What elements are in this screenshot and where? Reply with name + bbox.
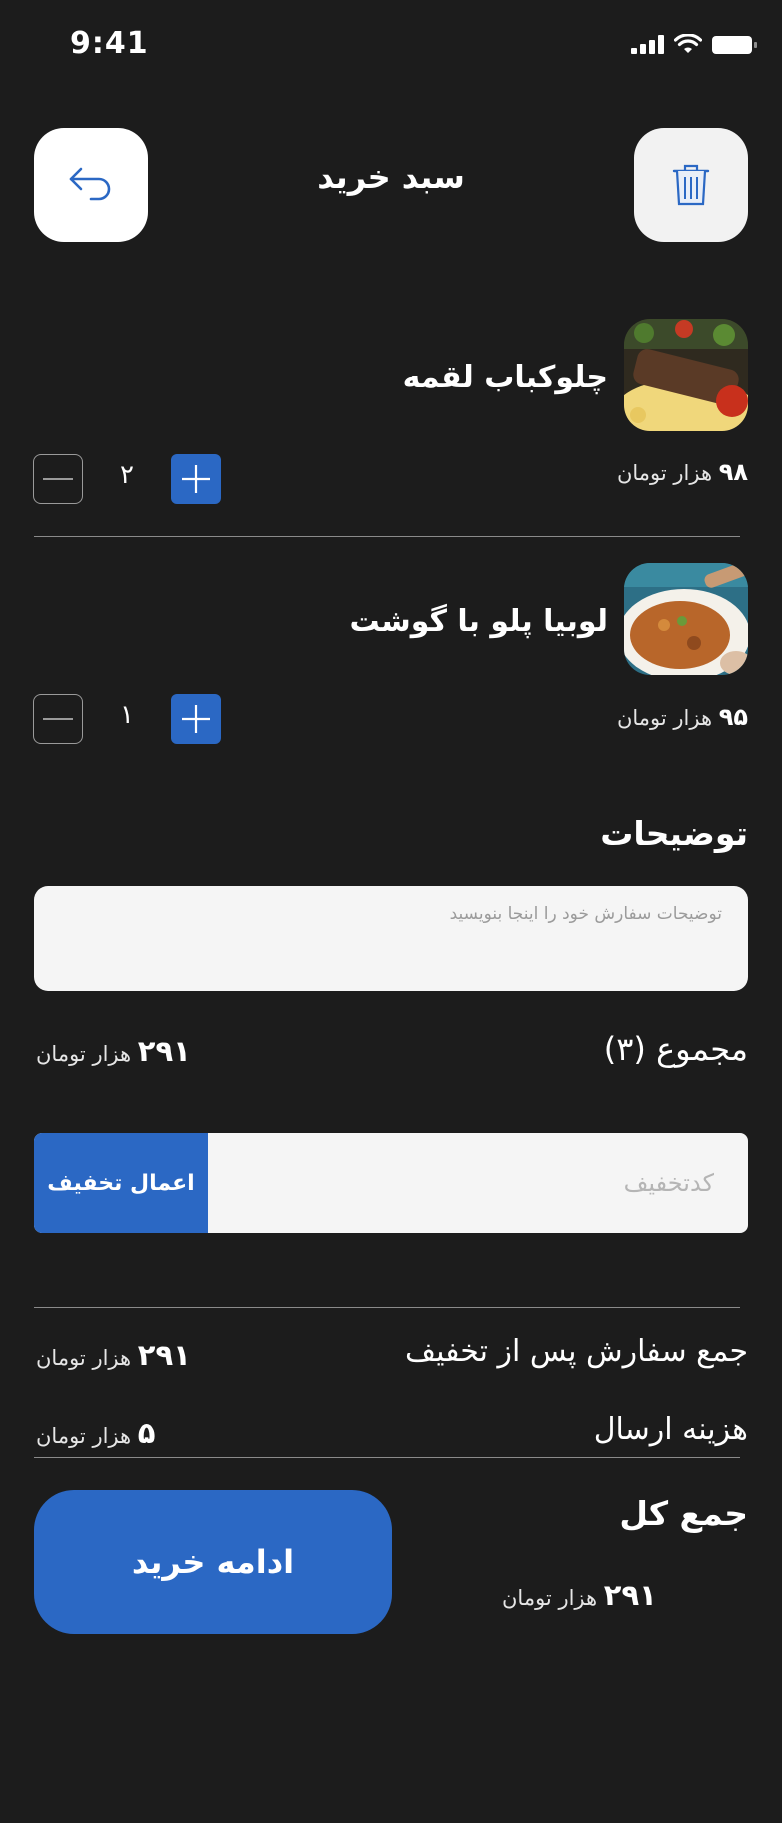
minus-icon [43,478,73,480]
subtotal-unit: هزار تومان [36,1042,132,1066]
item-divider [34,536,740,537]
item-image [624,319,748,431]
battery-icon [712,36,757,54]
after-discount-unit: هزار تومان [36,1346,132,1370]
kebab-photo [624,319,748,431]
continue-purchase-button[interactable]: ادامه خرید [34,1490,392,1634]
status-icons [631,34,757,54]
shipping-amount: ۵ [137,1416,156,1450]
minus-icon [43,718,73,720]
total-unit: هزار تومان [502,1586,598,1610]
decrease-quantity-button[interactable] [33,694,83,744]
total-value: ۲۹۱ هزار تومان [502,1578,657,1612]
shipping-value: ۵ هزار تومان [36,1416,155,1450]
discount-code-input[interactable] [208,1133,748,1233]
item-name: لوبیا پلو با گوشت [349,604,608,639]
item-price: ۹۵ هزار تومان [617,703,748,731]
total-label: جمع کل [619,1494,748,1533]
item-image [624,563,748,675]
item-price-value: ۹۸ [718,458,748,486]
trash-icon [672,164,710,206]
item-name: چلوکباب لقمه [402,360,608,395]
decrease-quantity-button[interactable] [33,454,83,504]
plus-icon [182,705,210,733]
discount-field: اعمال تخفیف [34,1133,748,1233]
shipping-unit: هزار تومان [36,1424,132,1448]
plus-icon [182,465,210,493]
item-price-unit: هزار تومان [616,706,713,730]
item-quantity: ۱ [120,700,134,730]
after-discount-label: جمع سفارش پس از تخفیف [405,1334,748,1369]
description-title: توضیحات [600,814,748,853]
subtotal-label: مجموع (۳) [603,1030,748,1068]
after-discount-amount: ۲۹۱ [137,1338,191,1372]
summary-divider [34,1307,740,1308]
subtotal-value: ۲۹۱ هزار تومان [36,1034,191,1068]
rice-dish-photo [624,563,748,675]
shipping-divider [34,1457,740,1458]
back-button[interactable] [34,128,148,242]
signal-icon [631,34,664,54]
item-quantity: ۲ [120,460,134,490]
apply-discount-button[interactable]: اعمال تخفیف [34,1133,208,1233]
clear-cart-button[interactable] [634,128,748,242]
subtotal-amount: ۲۹۱ [137,1034,191,1068]
item-price-value: ۹۵ [718,703,748,731]
increase-quantity-button[interactable] [171,694,221,744]
undo-arrow-icon [69,167,111,201]
status-time: 9:41 [70,26,149,61]
page-title: سبد خرید [317,158,465,196]
after-discount-value: ۲۹۱ هزار تومان [36,1338,191,1372]
wifi-icon [674,34,702,53]
shipping-label: هزینه ارسال [593,1412,748,1447]
item-price: ۹۸ هزار تومان [617,458,748,486]
description-input[interactable] [34,886,748,991]
total-amount: ۲۹۱ [603,1578,657,1612]
increase-quantity-button[interactable] [171,454,221,504]
item-price-unit: هزار تومان [616,461,713,485]
